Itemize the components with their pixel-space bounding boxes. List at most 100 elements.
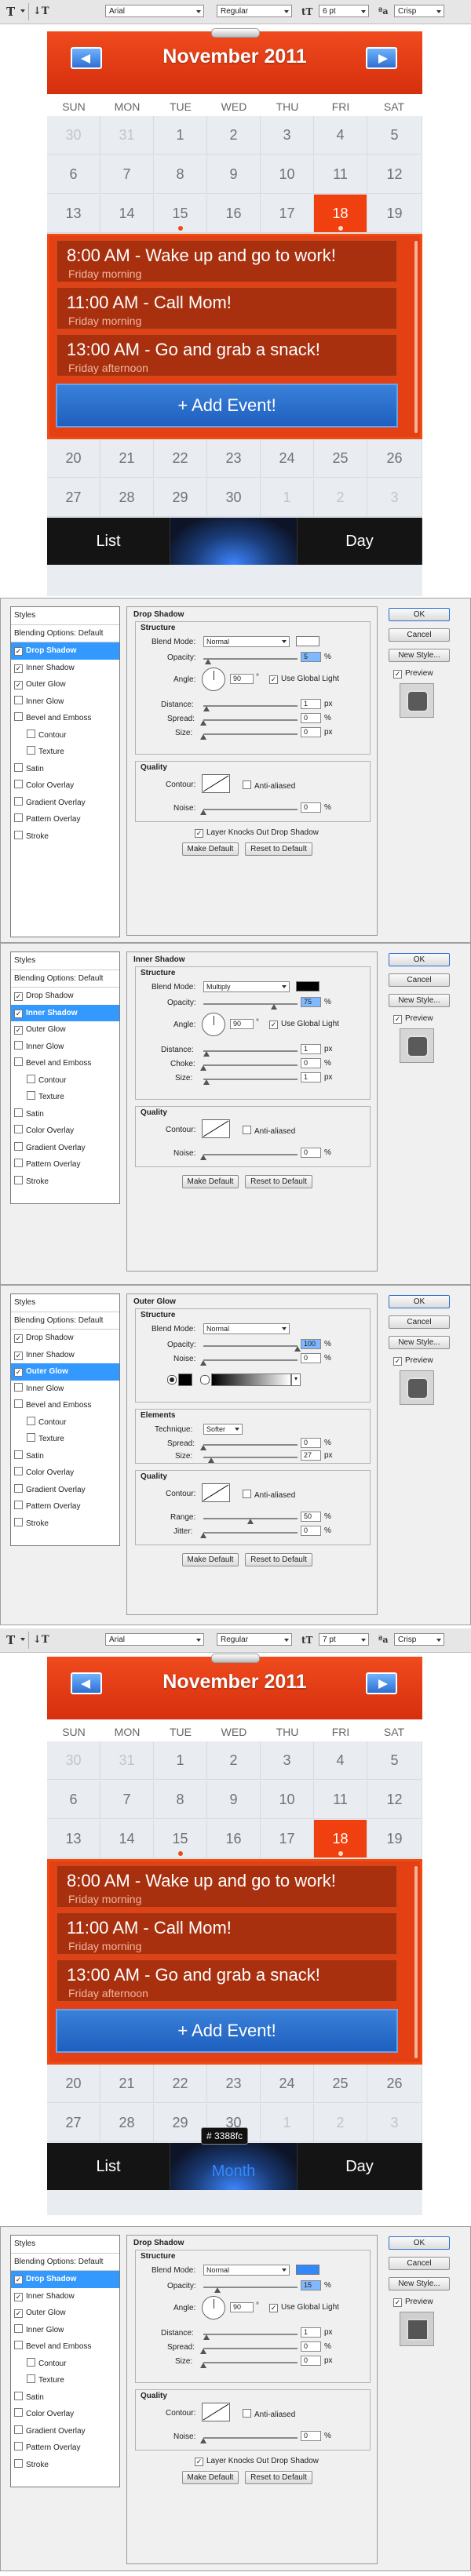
tab-month[interactable] [170,518,298,565]
tab-list[interactable]: List [47,2143,170,2190]
day-cell[interactable]: 31 [100,116,154,155]
style-list-item[interactable]: Gradient Overlay [11,2423,119,2440]
style-list-item[interactable]: Inner Glow [11,1039,119,1056]
tab-month[interactable]: Month [170,2143,298,2190]
day-cell[interactable]: 10 [261,1781,314,1819]
checkbox[interactable] [14,2323,23,2333]
day-cell[interactable]: 3 [367,478,422,517]
day-cell[interactable]: 1 [154,116,207,155]
checkbox[interactable] [14,830,23,839]
style-list-item[interactable]: Contour [11,1072,119,1090]
contour-picker[interactable] [202,1483,230,1502]
checkbox[interactable] [14,1125,23,1133]
checkbox[interactable]: ✓ [393,2298,402,2307]
checkbox[interactable] [27,1091,35,1100]
day-cell[interactable]: 4 [314,1741,367,1780]
checkbox[interactable] [14,2408,23,2417]
shadow-color-swatch[interactable] [296,636,319,646]
spread-slider-thumb[interactable] [200,2349,206,2354]
checkbox[interactable]: ✓ [14,2292,23,2301]
style-list-item[interactable]: Color Overlay [11,1122,119,1140]
style-list-item[interactable]: Blending Options: Default [11,970,119,988]
ok-button[interactable]: OK [389,608,450,621]
checkbox[interactable]: ✓ [14,681,23,689]
day-cell[interactable]: 6 [47,155,100,194]
opacity-slider-thumb[interactable] [214,2287,221,2293]
style-list-item[interactable]: ✓ Drop Shadow [11,988,119,1005]
checkbox[interactable] [27,729,35,738]
checkbox[interactable]: ✓ [195,2458,203,2466]
cancel-button[interactable]: Cancel [389,628,450,642]
day-cell[interactable]: 29 [154,2104,207,2142]
font-style-select[interactable]: Regular [217,5,292,17]
checkbox[interactable]: ✓ [14,2276,23,2284]
style-list-item[interactable]: Contour [11,1414,119,1432]
size-slider-thumb[interactable] [200,2363,206,2368]
day-cell[interactable]: 2 [207,116,261,155]
angle-dial[interactable] [202,668,225,691]
preview-option[interactable]: ✓ Preview [393,1014,433,1024]
day-cell[interactable]: 3 [261,1741,314,1780]
day-cell[interactable]: 16 [207,195,261,233]
opacity-field[interactable]: 100 [301,1339,321,1349]
make-default-button[interactable]: Make Default [182,842,239,856]
checkbox[interactable] [14,1159,23,1167]
checkbox[interactable] [14,1483,23,1493]
size-slider-thumb[interactable] [208,1457,214,1463]
style-list-item[interactable]: Texture [11,1089,119,1106]
distance-slider[interactable] [203,2334,298,2335]
checkbox[interactable] [27,1416,35,1425]
event-item[interactable]: 13:00 AM - Go and grab a snack! Friday af… [56,1959,398,2003]
checkbox[interactable]: ✓ [195,829,203,838]
checkbox[interactable] [14,2425,23,2434]
style-list-item[interactable]: Bevel and Emboss [11,2338,119,2356]
event-item[interactable]: 8:00 AM - Wake up and go to work! Friday … [56,239,398,283]
style-list-item[interactable]: Blending Options: Default [11,2254,119,2271]
style-list-item[interactable]: Texture [11,744,119,761]
opacity-slider[interactable] [203,1345,298,1347]
checkbox[interactable] [14,1141,23,1151]
noise-slider-thumb[interactable] [200,810,206,815]
checkbox[interactable] [14,2458,23,2468]
knockout-option[interactable]: ✓ Layer Knocks Out Drop Shadow [195,2457,319,2466]
style-list-item[interactable]: Color Overlay [11,777,119,795]
font-size-select[interactable]: 7 pt [319,1633,369,1646]
day-cell[interactable]: 3 [367,2104,422,2142]
spread-field[interactable]: 0 [301,713,321,723]
checkbox[interactable]: ✓ [14,1009,23,1018]
noise-slider-thumb[interactable] [200,2438,206,2443]
spread-slider[interactable] [203,1444,298,1446]
day-cell[interactable]: 13 [47,195,100,233]
noise-slider[interactable] [203,1359,298,1361]
gradient-radio[interactable] [200,1375,210,1384]
reset-to-default-button[interactable]: Reset to Default [245,1175,312,1188]
day-cell[interactable]: 2 [207,1741,261,1780]
style-list-item[interactable]: ✓ Drop Shadow [11,642,119,660]
ok-button[interactable]: OK [389,953,450,966]
use-global-light-option[interactable]: ✓ Use Global Light [269,2303,339,2312]
day-cell[interactable]: 17 [261,195,314,233]
day-cell[interactable]: 8 [154,1781,207,1819]
checkbox[interactable] [14,712,23,721]
spread-field[interactable]: 0 [301,2341,321,2352]
day-cell[interactable]: 16 [207,1820,261,1858]
checkbox[interactable] [14,695,23,704]
style-list-item[interactable]: Styles [11,1294,119,1312]
noise-slider[interactable] [203,809,298,810]
checkbox[interactable] [14,1450,23,1459]
shadow-color-swatch[interactable] [296,2265,319,2275]
day-cell[interactable]: 31 [100,1741,154,1780]
style-list-item[interactable]: ✓ Outer Glow [11,676,119,693]
contour-picker[interactable] [202,2403,230,2421]
day-cell[interactable]: 24 [261,2065,314,2103]
reset-to-default-button[interactable]: Reset to Default [245,1553,312,1566]
day-cell[interactable]: 30 [47,1741,100,1780]
opacity-slider[interactable] [203,1003,298,1005]
checkbox[interactable]: ✓ [393,1015,402,1024]
size-field[interactable]: 0 [301,2356,321,2366]
events-scrollbar[interactable] [414,1866,418,2058]
checkbox[interactable] [14,2341,23,2349]
new-style-button[interactable]: New Style... [389,2277,450,2290]
use-global-light-option[interactable]: ✓ Use Global Light [269,1020,339,1029]
angle-dial[interactable] [202,2296,225,2319]
